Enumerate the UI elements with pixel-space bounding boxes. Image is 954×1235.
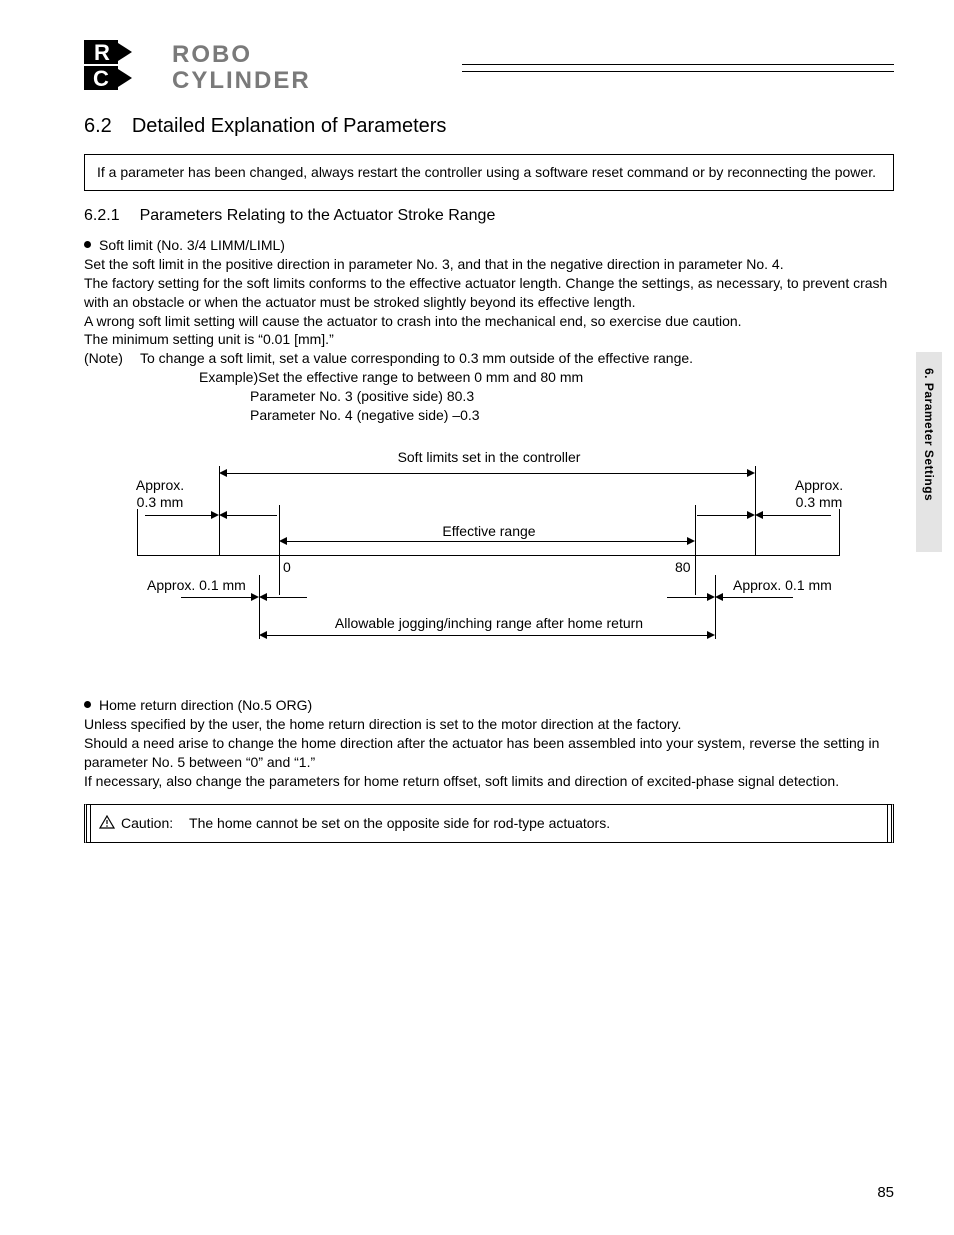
example-row: Example)Set the effective range to betwe…: [84, 368, 894, 387]
soft-limit-p1: Set the soft limit in the positive direc…: [84, 255, 894, 274]
intro-note-box: If a parameter has been changed, always …: [84, 154, 894, 191]
dia-lower-left: Approx. 0.1 mm: [147, 577, 246, 594]
example-label: Example): [199, 369, 258, 385]
dia-axis-eighty: 80: [675, 559, 691, 576]
section-title: Detailed Explanation of Parameters: [132, 115, 447, 138]
logo-line1: ROBO: [172, 41, 252, 68]
header-rule: [462, 64, 894, 72]
subsection-number: 6.2.1: [84, 207, 120, 225]
note-label: (Note): [84, 349, 140, 368]
soft-limit-p2: The factory setting for the soft limits …: [84, 274, 894, 312]
brand-logo: R C ROBO CYLINDER: [84, 40, 894, 95]
soft-limit-bullet: Soft limit (No. 3/4 LIMM/LIML): [99, 237, 285, 253]
intro-note-text: If a parameter has been changed, always …: [97, 164, 876, 180]
svg-text:R: R: [94, 40, 110, 65]
dia-approx-right: Approx. 0.3 mm: [779, 477, 859, 511]
home-return-heading: Home return direction (No.5 ORG): [84, 697, 894, 713]
dia-top-label: Soft limits set in the controller: [119, 449, 859, 466]
side-tab-label: 6. Parameter Settings: [922, 368, 936, 501]
caution-label: Caution:: [121, 815, 173, 831]
section-heading: 6.2 Detailed Explanation of Parameters: [84, 115, 894, 138]
param4-line: Parameter No. 4 (negative side) –0.3: [84, 406, 894, 425]
soft-limit-heading: Soft limit (No. 3/4 LIMM/LIML): [84, 237, 894, 253]
home-return-p1: Unless specified by the user, the home r…: [84, 715, 894, 734]
logo-mark-icon: R C: [84, 40, 160, 95]
svg-text:C: C: [93, 66, 109, 91]
soft-limit-p3: A wrong soft limit setting will cause th…: [84, 312, 894, 331]
dia-lower-right: Approx. 0.1 mm: [733, 577, 832, 594]
subsection-heading: 6.2.1 Parameters Relating to the Actuato…: [84, 207, 894, 225]
bullet-icon: [84, 701, 91, 708]
soft-limit-p4: The minimum setting unit is “0.01 [mm].”: [84, 330, 894, 349]
logo-text: ROBO CYLINDER: [172, 40, 442, 95]
param3-line: Parameter No. 3 (positive side) 80.3: [84, 387, 894, 406]
home-return-bullet: Home return direction (No.5 ORG): [99, 697, 312, 713]
subsection-title: Parameters Relating to the Actuator Stro…: [140, 207, 496, 225]
example-text: Set the effective range to between 0 mm …: [258, 369, 583, 385]
warning-icon: [99, 815, 115, 832]
page-number: 85: [877, 1184, 894, 1201]
caution-text: The home cannot be set on the opposite s…: [189, 815, 610, 831]
home-return-p2: Should a need arise to change the home d…: [84, 734, 894, 772]
note-text: To change a soft limit, set a value corr…: [140, 349, 693, 368]
soft-limit-note: (Note) To change a soft limit, set a val…: [84, 349, 894, 368]
logo-line2: CYLINDER: [172, 67, 311, 92]
dia-axis-zero: 0: [283, 559, 291, 576]
home-return-p3: If necessary, also change the parameters…: [84, 772, 894, 791]
dia-jog-label: Allowable jogging/inching range after ho…: [119, 615, 859, 632]
section-number: 6.2: [84, 115, 112, 138]
side-tab: 6. Parameter Settings: [916, 352, 942, 552]
bullet-icon: [84, 241, 91, 248]
caution-box: Caution: The home cannot be set on the o…: [84, 804, 894, 843]
dia-approx-left: Approx. 0.3 mm: [125, 477, 195, 511]
soft-limit-diagram: Soft limits set in the controller Approx…: [119, 449, 859, 669]
dia-effective: Effective range: [119, 523, 859, 540]
